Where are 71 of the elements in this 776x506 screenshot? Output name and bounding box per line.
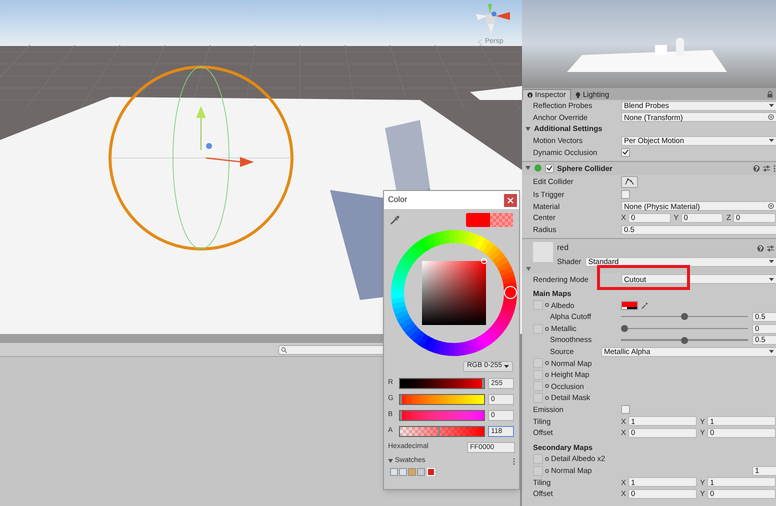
eyedropper-icon[interactable] [641, 302, 648, 309]
collider-icon [534, 164, 542, 172]
picker-dot-icon[interactable] [545, 361, 549, 366]
slider-thumb[interactable] [681, 336, 688, 344]
sphere-gizmo-drawing[interactable] [108, 66, 294, 250]
color-swatch[interactable] [390, 468, 398, 476]
picker-dot-icon[interactable] [545, 372, 549, 377]
color-swatch[interactable] [408, 468, 416, 476]
color-swatch[interactable] [399, 468, 407, 476]
picker-dot-icon[interactable] [545, 384, 549, 388]
bulb-icon [574, 92, 581, 98]
channel-slider[interactable] [399, 378, 485, 388]
caret-icon [769, 278, 774, 281]
help-icon[interactable] [757, 244, 764, 252]
color-field[interactable] [621, 300, 638, 310]
edit-shape-icon [625, 178, 634, 186]
caret-icon [769, 260, 774, 264]
slider-thumb[interactable] [681, 313, 688, 320]
picker-dot-icon[interactable] [545, 457, 549, 462]
search-icon [281, 346, 287, 352]
settings-sliders-icon[interactable] [767, 244, 774, 252]
hue-handle[interactable] [504, 286, 517, 299]
foldout-arrow-icon[interactable] [388, 459, 393, 463]
edit-collider-button[interactable] [621, 176, 638, 188]
checkmark-icon [546, 165, 553, 172]
checkbox[interactable] [545, 164, 554, 173]
target-icon [768, 114, 774, 120]
foldout-arrow-icon[interactable] [525, 165, 531, 172]
slider-track[interactable] [621, 324, 748, 333]
material-preview [533, 242, 553, 262]
picker-dot-icon[interactable] [545, 468, 549, 473]
lock-icon[interactable] [767, 91, 773, 98]
picker-dot-icon[interactable] [545, 396, 549, 400]
channel-slider[interactable] [399, 394, 485, 404]
color-swatch[interactable] [428, 469, 434, 475]
target-icon [768, 203, 774, 210]
eyedropper-icon[interactable] [390, 215, 400, 225]
channel-slider[interactable] [399, 426, 485, 436]
slider-handle[interactable] [400, 410, 402, 420]
close-icon [507, 196, 514, 204]
checkbox[interactable] [621, 148, 630, 157]
color-preview [466, 213, 513, 227]
caret-icon [769, 350, 774, 354]
slider-handle[interactable] [400, 394, 402, 404]
slider-thumb[interactable] [621, 325, 628, 332]
close-button[interactable] [504, 194, 517, 206]
settings-sliders-icon[interactable] [763, 164, 770, 172]
slider-track[interactable] [621, 312, 748, 321]
checkbox[interactable] [621, 405, 630, 414]
slider-track[interactable] [621, 336, 748, 344]
checkbox[interactable] [621, 190, 630, 200]
view-icon [477, 38, 483, 44]
picker-dot-icon[interactable] [545, 303, 549, 308]
caret-icon [769, 139, 774, 142]
caret-icon [769, 104, 774, 108]
info-icon [527, 92, 533, 98]
picker-handle[interactable] [481, 258, 487, 264]
checkmark-icon [622, 149, 629, 156]
foldout-arrow-icon[interactable] [525, 126, 531, 132]
color-swatch[interactable] [417, 468, 425, 476]
dialog-title: Color [388, 194, 408, 206]
channel-slider[interactable] [399, 410, 485, 420]
more-icon[interactable] [773, 164, 776, 172]
slider-handle[interactable] [482, 378, 484, 388]
material-name: red [557, 242, 569, 254]
saturation-value-square[interactable] [422, 261, 486, 325]
picker-dot-icon[interactable] [545, 326, 549, 331]
foldout-arrow-icon[interactable] [526, 267, 531, 272]
help-icon[interactable] [753, 164, 760, 172]
caret-icon [504, 365, 509, 368]
slider-handle[interactable] [438, 426, 440, 436]
